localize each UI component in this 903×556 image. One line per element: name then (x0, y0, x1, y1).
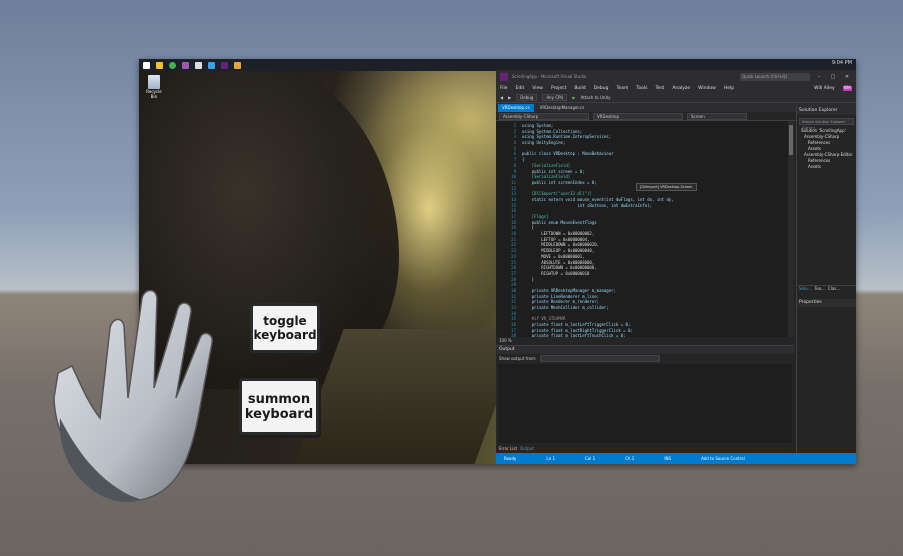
vs-title-bar: ScrollingApp - Microsoft Visual Studio Q… (496, 70, 856, 83)
tab-error-list[interactable]: Error List (499, 446, 517, 451)
user-avatar[interactable]: WA (842, 85, 852, 91)
tab-class[interactable]: Clas... (828, 286, 840, 293)
config-dropdown[interactable]: Debug (516, 94, 538, 101)
output-source-dropdown[interactable] (540, 355, 661, 362)
menu-file[interactable]: File (500, 86, 508, 91)
menu-tools[interactable]: Tools (636, 86, 647, 91)
status-ready: Ready (504, 456, 517, 461)
vs-window-title: ScrollingApp - Microsoft Visual Studio (512, 74, 587, 79)
windows-start-icon[interactable] (143, 61, 150, 69)
status-ins: INS (664, 456, 672, 461)
vs-status-bar: Ready Ln 1 Col 1 Ch 1 INS Add to Source … (496, 453, 856, 464)
class-dropdown[interactable]: VRDesktop (593, 112, 683, 120)
menu-team[interactable]: Team (616, 86, 628, 91)
maximize-icon[interactable]: □ (828, 74, 838, 80)
close-icon[interactable]: ✕ (842, 74, 852, 80)
chrome-icon[interactable] (169, 61, 176, 69)
onedrive-icon[interactable] (208, 61, 215, 69)
menu-edit[interactable]: Edit (516, 86, 525, 91)
taskbar-clock: 9:04 PM (831, 60, 852, 66)
file-explorer-icon[interactable] (156, 61, 163, 69)
code-editor[interactable]: 1 2 3 4 5 6 7 8 9 10 11 12 13 14 15 16 17 18 19 20 21 22 23 24 2… (496, 121, 794, 337)
status-col: Col 1 (585, 456, 596, 461)
output-pane: Output Show output from: Error List Outp… (496, 345, 794, 453)
source-control-button[interactable]: Add to Source Control (701, 456, 745, 461)
tab-vrdesktop[interactable]: VRDesktop.cs (498, 104, 534, 112)
recycle-bin-icon (148, 75, 160, 89)
attach-to-unity-button[interactable]: Attach to Unity (580, 95, 610, 100)
properties-title: Properties (797, 299, 856, 307)
visual-studio-logo-icon (500, 72, 508, 81)
output-title: Output (496, 346, 794, 354)
tab-output[interactable]: Output (520, 446, 534, 451)
menu-debug[interactable]: Debug (594, 86, 609, 91)
solution-tree-item[interactable]: Assets (797, 164, 856, 170)
solution-tab-strip: Solu... Tea... Clas... (797, 285, 856, 293)
menu-project[interactable]: Project (551, 86, 566, 91)
solution-search-input[interactable]: Search Solution Explorer (Ctrl+;) (799, 118, 854, 130)
status-line: Ln 1 (546, 456, 556, 461)
vs-toolbar: ◀ ▶ Debug Any CPU ▶ Attach to Unity (496, 93, 856, 103)
solution-explorer-title: Solution Explorer (797, 107, 856, 115)
project-dropdown[interactable]: Assembly-CSharp (499, 112, 589, 120)
terminal-icon[interactable] (195, 61, 202, 69)
user-name[interactable]: Will Ailey (814, 86, 835, 91)
paint-icon[interactable] (234, 61, 241, 69)
menu-test[interactable]: Test (655, 86, 664, 91)
platform-dropdown[interactable]: Any CPU (542, 94, 568, 101)
scrollbar-thumb[interactable] (789, 125, 793, 155)
menu-analyze[interactable]: Analyze (672, 86, 690, 91)
menu-build[interactable]: Build (574, 86, 585, 91)
output-source-row: Show output from: (496, 354, 794, 363)
tab-vrdesktopmanager[interactable]: VRDesktopManager.cs (536, 104, 589, 112)
tab-team[interactable]: Tea... (814, 286, 825, 293)
app-icon[interactable] (182, 61, 189, 69)
code-tooltip: [DllImport] VRDesktop.Screen (636, 183, 697, 191)
output-tab-strip: Error List Output (496, 444, 534, 453)
visual-studio-icon[interactable] (221, 61, 228, 69)
forward-arrow-icon[interactable]: ▶ (508, 95, 511, 100)
minimize-icon[interactable]: – (814, 74, 824, 80)
vs-menu-bar: File Edit View Project Build Debug Team … (496, 83, 856, 93)
visual-studio-window[interactable]: ScrollingApp - Microsoft Visual Studio Q… (496, 70, 856, 464)
recycle-bin-label: Recycle Bin (146, 89, 162, 99)
back-arrow-icon[interactable]: ◀ (500, 95, 503, 100)
code-text[interactable]: using System; using System.Collections; us… (522, 123, 786, 337)
show-output-from-label: Show output from: (499, 356, 537, 361)
output-text-area[interactable] (498, 364, 792, 443)
status-ch: Ch 1 (625, 456, 635, 461)
tab-solution[interactable]: Solu... (799, 286, 811, 293)
solution-explorer: Solution Explorer Search Solution Explor… (796, 107, 856, 453)
menu-help[interactable]: Help (724, 86, 734, 91)
quick-launch-input[interactable]: Quick Launch (Ctrl+Q) (740, 72, 810, 81)
editor-scrollbar[interactable] (788, 121, 794, 337)
member-dropdown[interactable]: Screen (687, 112, 747, 120)
zoom-level[interactable]: 100 % (496, 337, 794, 345)
toggle-keyboard-button[interactable]: toggle keyboard (250, 303, 320, 353)
recycle-bin-shortcut[interactable]: Recycle Bin (145, 75, 163, 99)
menu-window[interactable]: Window (698, 86, 716, 91)
menu-view[interactable]: View (532, 86, 543, 91)
play-icon[interactable]: ▶ (572, 95, 575, 100)
vr-hand-icon (53, 289, 213, 503)
line-number-gutter: 1 2 3 4 5 6 7 8 9 10 11 12 13 14 15 16 17 18 19 20 21 22 23 24 2… (496, 121, 518, 337)
